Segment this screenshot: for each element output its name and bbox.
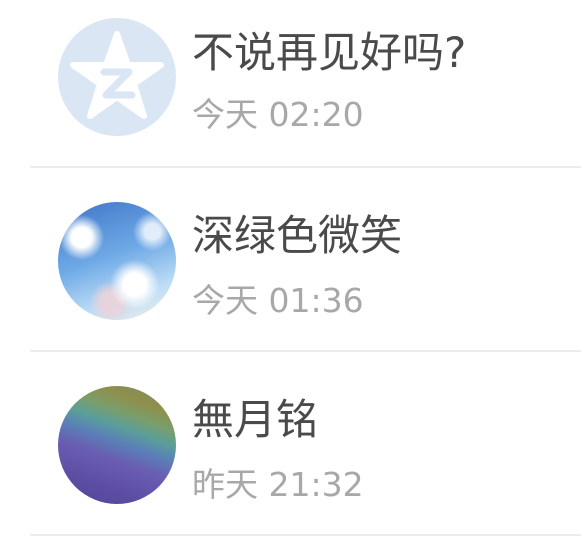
message-time: 昨天 21:32 — [192, 465, 364, 504]
star-z-icon — [70, 31, 164, 119]
message-time: 今天 01:36 — [192, 281, 364, 320]
divider — [30, 534, 581, 536]
contact-name: 不说再见好吗? — [192, 28, 467, 77]
avatar[interactable] — [58, 18, 176, 136]
contact-name: 無月铭 — [192, 395, 319, 444]
contact-name: 深绿色微笑 — [192, 211, 403, 260]
list-item[interactable]: 無月铭 昨天 21:32 — [0, 352, 581, 536]
avatar[interactable] — [58, 202, 176, 320]
conversation-list: 不说再见好吗? 今天 02:20 深绿色微笑 今天 01:36 無月铭 昨天 2… — [0, 0, 581, 556]
avatar[interactable] — [58, 386, 176, 504]
list-item[interactable]: 深绿色微笑 今天 01:36 — [0, 168, 581, 352]
message-time: 今天 02:20 — [192, 95, 364, 134]
list-item[interactable]: 不说再见好吗? 今天 02:20 — [0, 0, 581, 168]
